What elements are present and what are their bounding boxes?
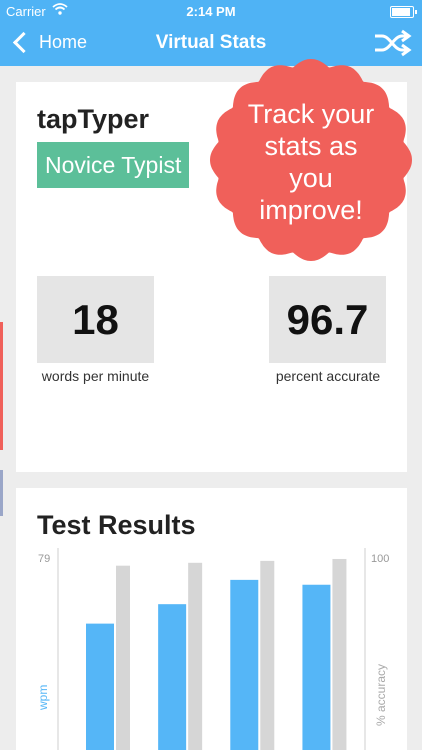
shuffle-icon[interactable] bbox=[372, 26, 412, 60]
promo-line: you bbox=[289, 163, 333, 193]
accuracy-bar bbox=[188, 562, 203, 750]
page-title: Virtual Stats bbox=[155, 32, 267, 53]
right-axis-label: % accuracy bbox=[374, 664, 388, 726]
left-axis-label: wpm bbox=[36, 685, 50, 711]
status-bar: Carrier 2:14 PM bbox=[0, 0, 422, 22]
battery-level bbox=[392, 8, 410, 16]
wpm-bar bbox=[230, 579, 259, 750]
right-axis-max-label: 100 bbox=[371, 553, 389, 565]
edge-accent-red bbox=[0, 322, 3, 450]
level-badge: Novice Typist bbox=[37, 142, 190, 188]
promo-text: Track your stats as you improve! bbox=[206, 98, 416, 226]
results-card: Test Results 79 100 wpm % accuracy bbox=[16, 488, 407, 750]
accuracy-bar bbox=[260, 560, 275, 750]
accuracy-caption: percent accurate bbox=[275, 368, 381, 384]
results-title: Test Results bbox=[37, 510, 196, 540]
edge-accent-gray bbox=[0, 470, 3, 516]
status-time: 2:14 PM bbox=[186, 4, 236, 19]
wpm-caption: words per minute bbox=[41, 368, 150, 384]
promo-line: improve! bbox=[259, 195, 363, 225]
app-name: tapTyper bbox=[37, 104, 150, 134]
battery-icon bbox=[390, 6, 417, 18]
accuracy-bar bbox=[116, 565, 130, 750]
promo-line: stats as bbox=[264, 131, 358, 161]
wpm-value: 18 bbox=[37, 276, 154, 363]
wpm-bar bbox=[158, 604, 187, 750]
accuracy-value: 96.7 bbox=[269, 276, 386, 363]
wpm-bar bbox=[302, 584, 331, 750]
accuracy-bar bbox=[332, 558, 347, 750]
wpm-bar bbox=[86, 623, 114, 750]
results-chart: 79 100 wpm % accuracy bbox=[36, 548, 389, 750]
left-axis-max-label: 79 bbox=[38, 553, 50, 565]
promo-line: Track your bbox=[247, 99, 375, 129]
